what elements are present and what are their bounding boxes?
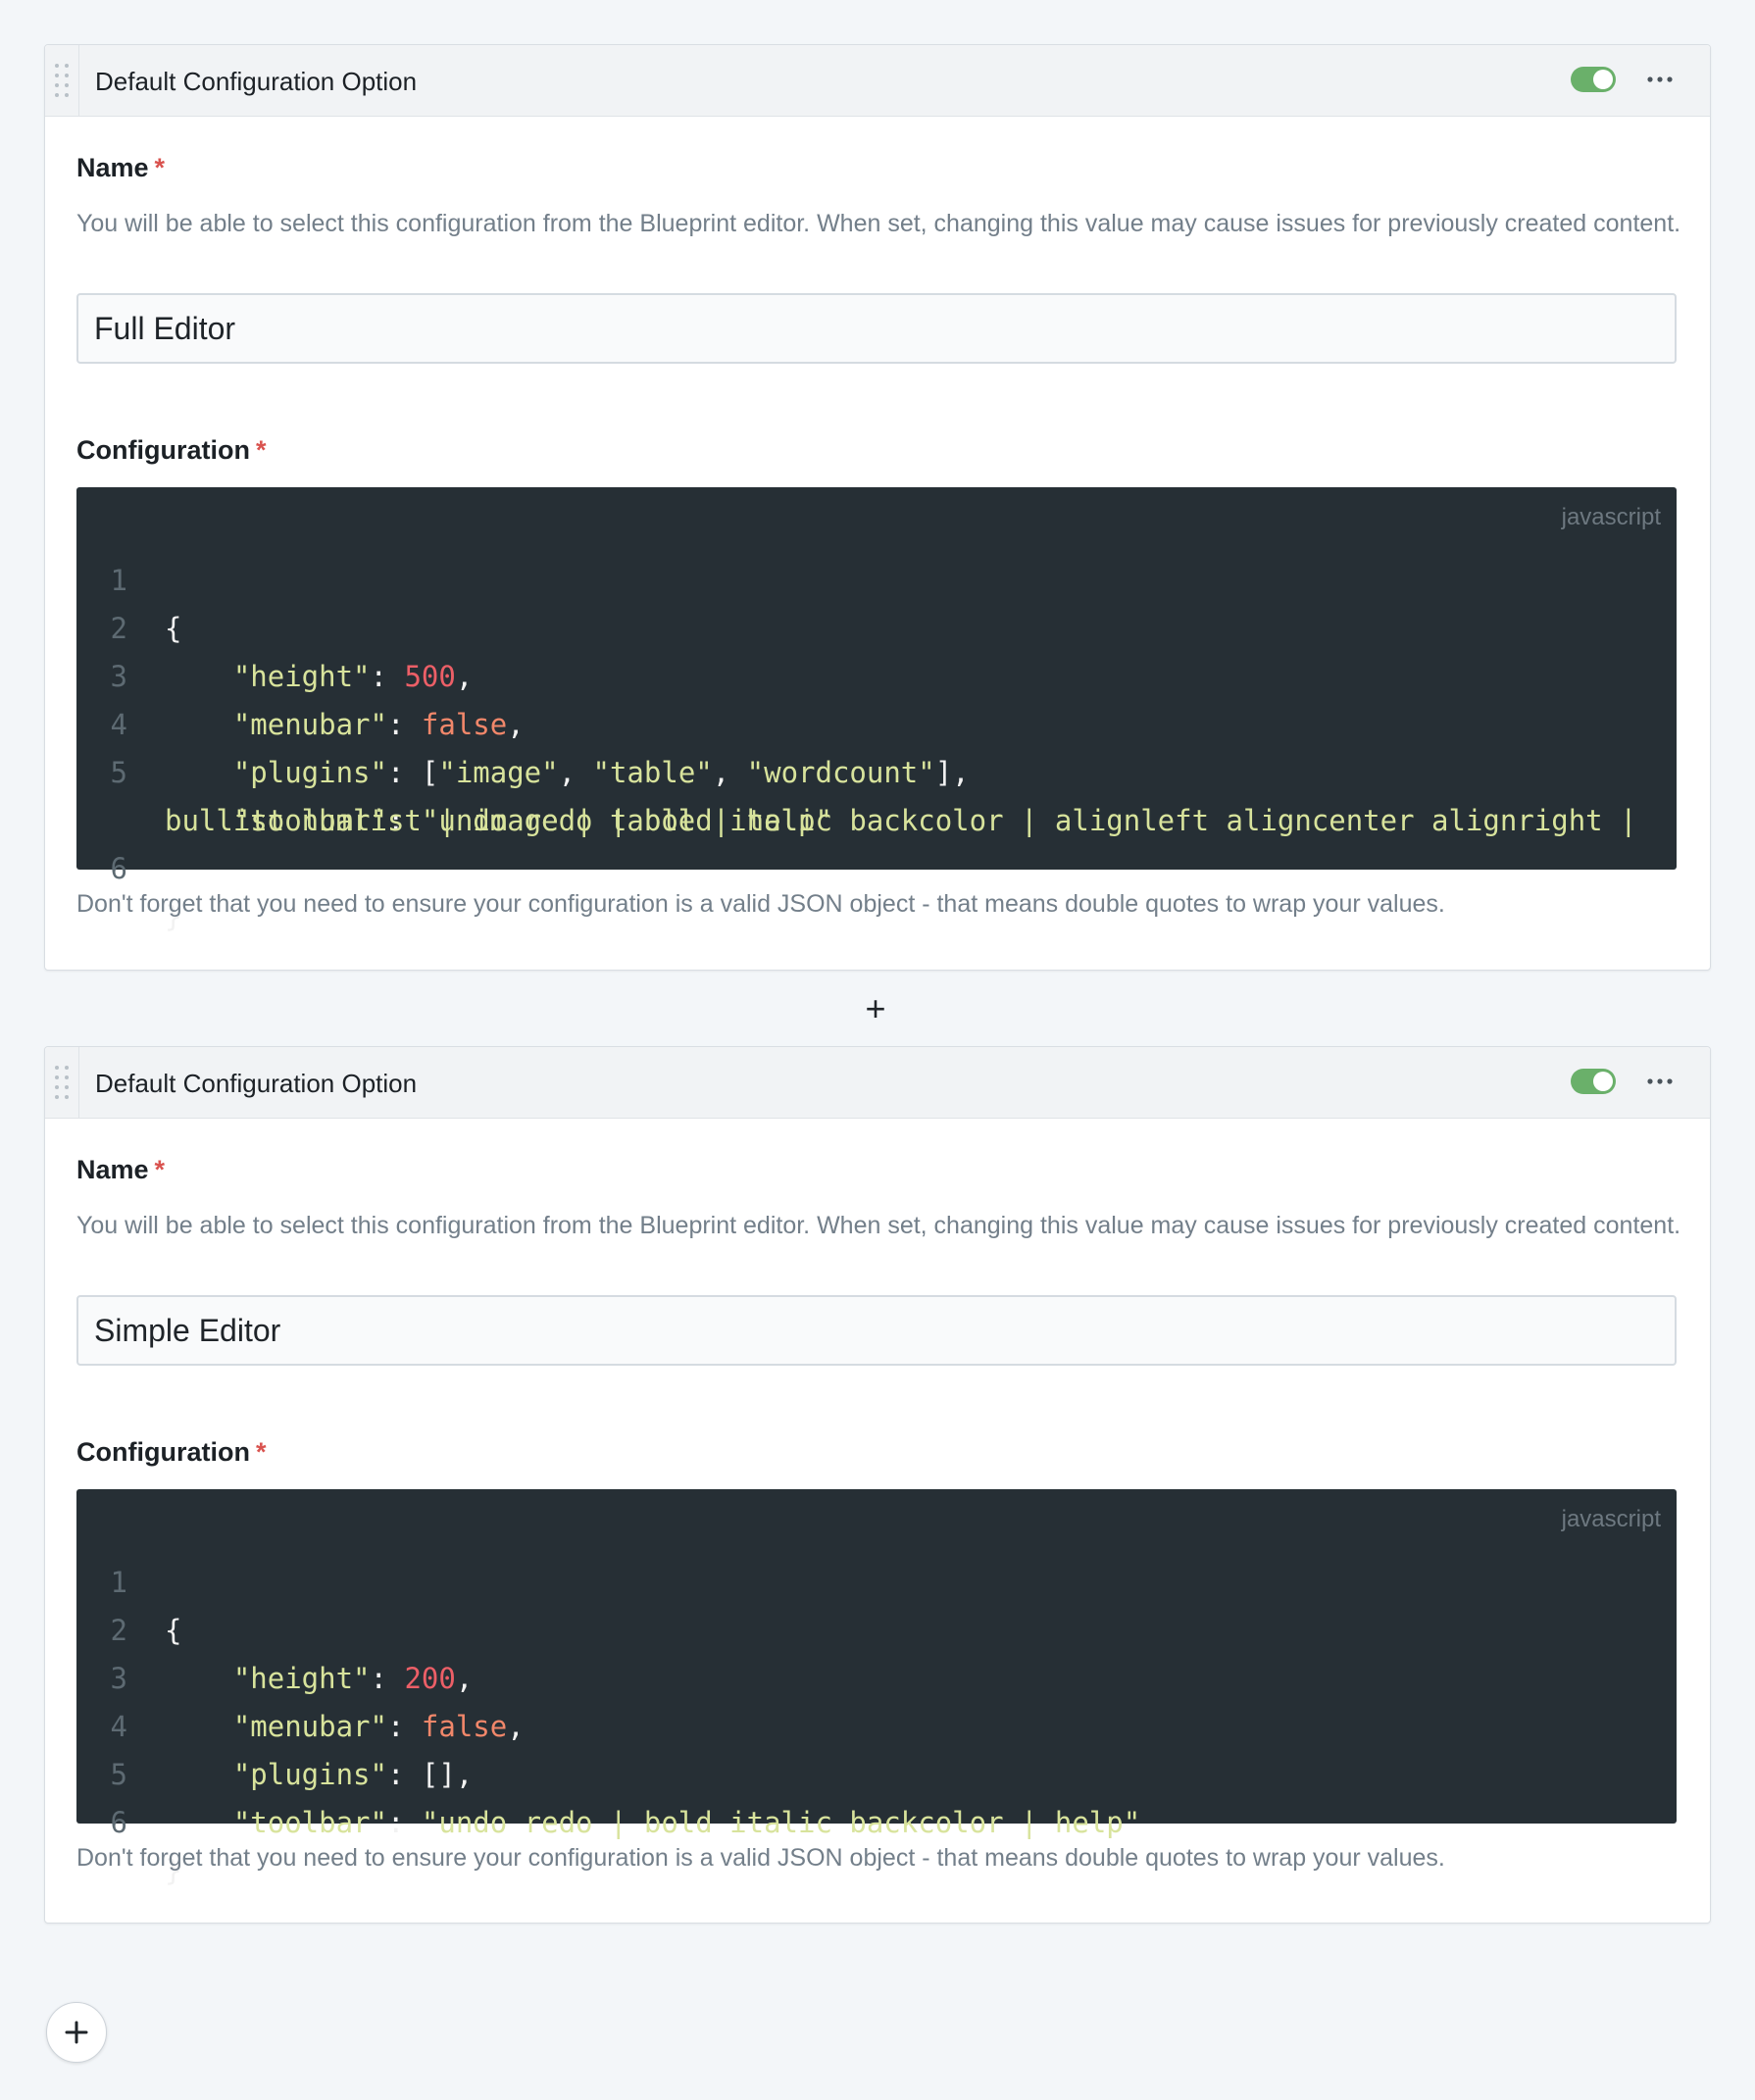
- replicator-set-full-editor: Default Configuration Option Name * You w…: [44, 44, 1711, 971]
- name-field-label: Name *: [76, 1155, 166, 1184]
- set-options-button[interactable]: [1645, 1067, 1675, 1096]
- name-field-label: Name *: [76, 153, 166, 182]
- required-asterisk: *: [154, 1155, 166, 1184]
- name-input[interactable]: [76, 1295, 1677, 1366]
- set-header: Default Configuration Option: [45, 45, 1710, 117]
- code-language-label: javascript: [1561, 504, 1661, 530]
- more-horizontal-icon: [1647, 76, 1673, 82]
- configuration-field-label: Configuration *: [76, 435, 267, 465]
- code-line: 4 "plugins": [],: [76, 1655, 474, 1791]
- code-line: 1 {: [76, 509, 182, 645]
- configuration-field-label: Configuration *: [76, 1437, 267, 1467]
- drag-handle-icon: [55, 1066, 69, 1099]
- code-line: 5 "toolbar": "undo redo | bold italic ba…: [76, 1703, 1141, 1839]
- required-asterisk: *: [154, 153, 166, 182]
- code-line: 2 "height": 500,: [76, 557, 474, 693]
- drag-handle[interactable]: [45, 45, 79, 116]
- set-title: Default Configuration Option: [95, 1069, 418, 1098]
- configuration-code-editor[interactable]: javascript 1 { 2 "height": 200, 3 "menub…: [76, 1489, 1677, 1887]
- set-title: Default Configuration Option: [95, 67, 418, 96]
- drag-handle[interactable]: [45, 1047, 79, 1118]
- name-field-help: You will be able to select this configur…: [76, 1212, 1681, 1239]
- toggle-knob: [1593, 70, 1613, 89]
- drag-handle-icon: [55, 64, 69, 97]
- configuration-field-help: Don't forget that you need to ensure you…: [76, 890, 1445, 918]
- code-line: 6 }: [76, 1751, 182, 1887]
- toggle-knob: [1593, 1072, 1613, 1091]
- configuration-field-help: Don't forget that you need to ensure you…: [76, 1844, 1445, 1872]
- more-horizontal-icon: [1647, 1078, 1673, 1084]
- set-options-button[interactable]: [1645, 65, 1675, 94]
- code-line: 6 }: [76, 797, 182, 933]
- code-line: 1 {: [76, 1511, 182, 1647]
- plus-icon: [65, 2021, 88, 2044]
- set-enabled-toggle[interactable]: [1571, 1069, 1616, 1094]
- code-line-wrapped: bullist numlist | image | table | help": [165, 804, 832, 837]
- code-line: 4 "plugins": ["image", "table", "wordcou…: [76, 653, 970, 789]
- insert-set-button[interactable]: +: [861, 991, 890, 1026]
- name-field-help: You will be able to select this configur…: [76, 210, 1681, 237]
- required-asterisk: *: [255, 435, 267, 465]
- code-line: 3 "menubar": false,: [76, 605, 525, 741]
- code-line: 2 "height": 200,: [76, 1559, 474, 1695]
- code-line: 5 "toolbar": "undo redo | bold italic ba…: [76, 701, 1637, 837]
- configuration-code-editor[interactable]: javascript 1 { 2 "height": 500, 3 "menub…: [76, 487, 1677, 933]
- required-asterisk: *: [255, 1437, 267, 1467]
- set-header: Default Configuration Option: [45, 1047, 1710, 1119]
- code-language-label: javascript: [1561, 1506, 1661, 1532]
- name-input[interactable]: [76, 293, 1677, 364]
- code-line: 3 "menubar": false,: [76, 1607, 525, 1743]
- replicator-set-simple-editor: Default Configuration Option Name * You w…: [44, 1046, 1711, 1924]
- set-enabled-toggle[interactable]: [1571, 67, 1616, 92]
- add-set-button[interactable]: [46, 2002, 107, 2063]
